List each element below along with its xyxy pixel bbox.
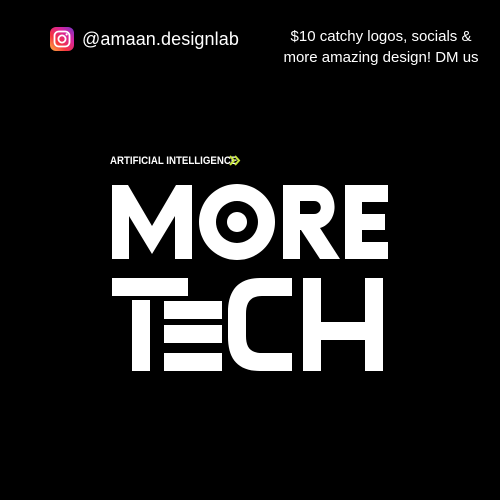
letter-h-right (365, 278, 383, 371)
letter-m (112, 185, 192, 259)
headline-logo (112, 184, 388, 371)
headline-more (112, 184, 388, 261)
letter-t-top (112, 278, 188, 296)
headline-tech (112, 278, 383, 371)
letter-e-2-bot (164, 353, 222, 371)
letter-r (283, 185, 340, 259)
letter-c (228, 278, 292, 371)
letter-e-1 (345, 185, 388, 259)
letter-e-2-top (164, 301, 222, 319)
letter-t-stem (132, 300, 150, 371)
letter-e-2-mid (164, 325, 222, 343)
letter-o (199, 184, 276, 261)
